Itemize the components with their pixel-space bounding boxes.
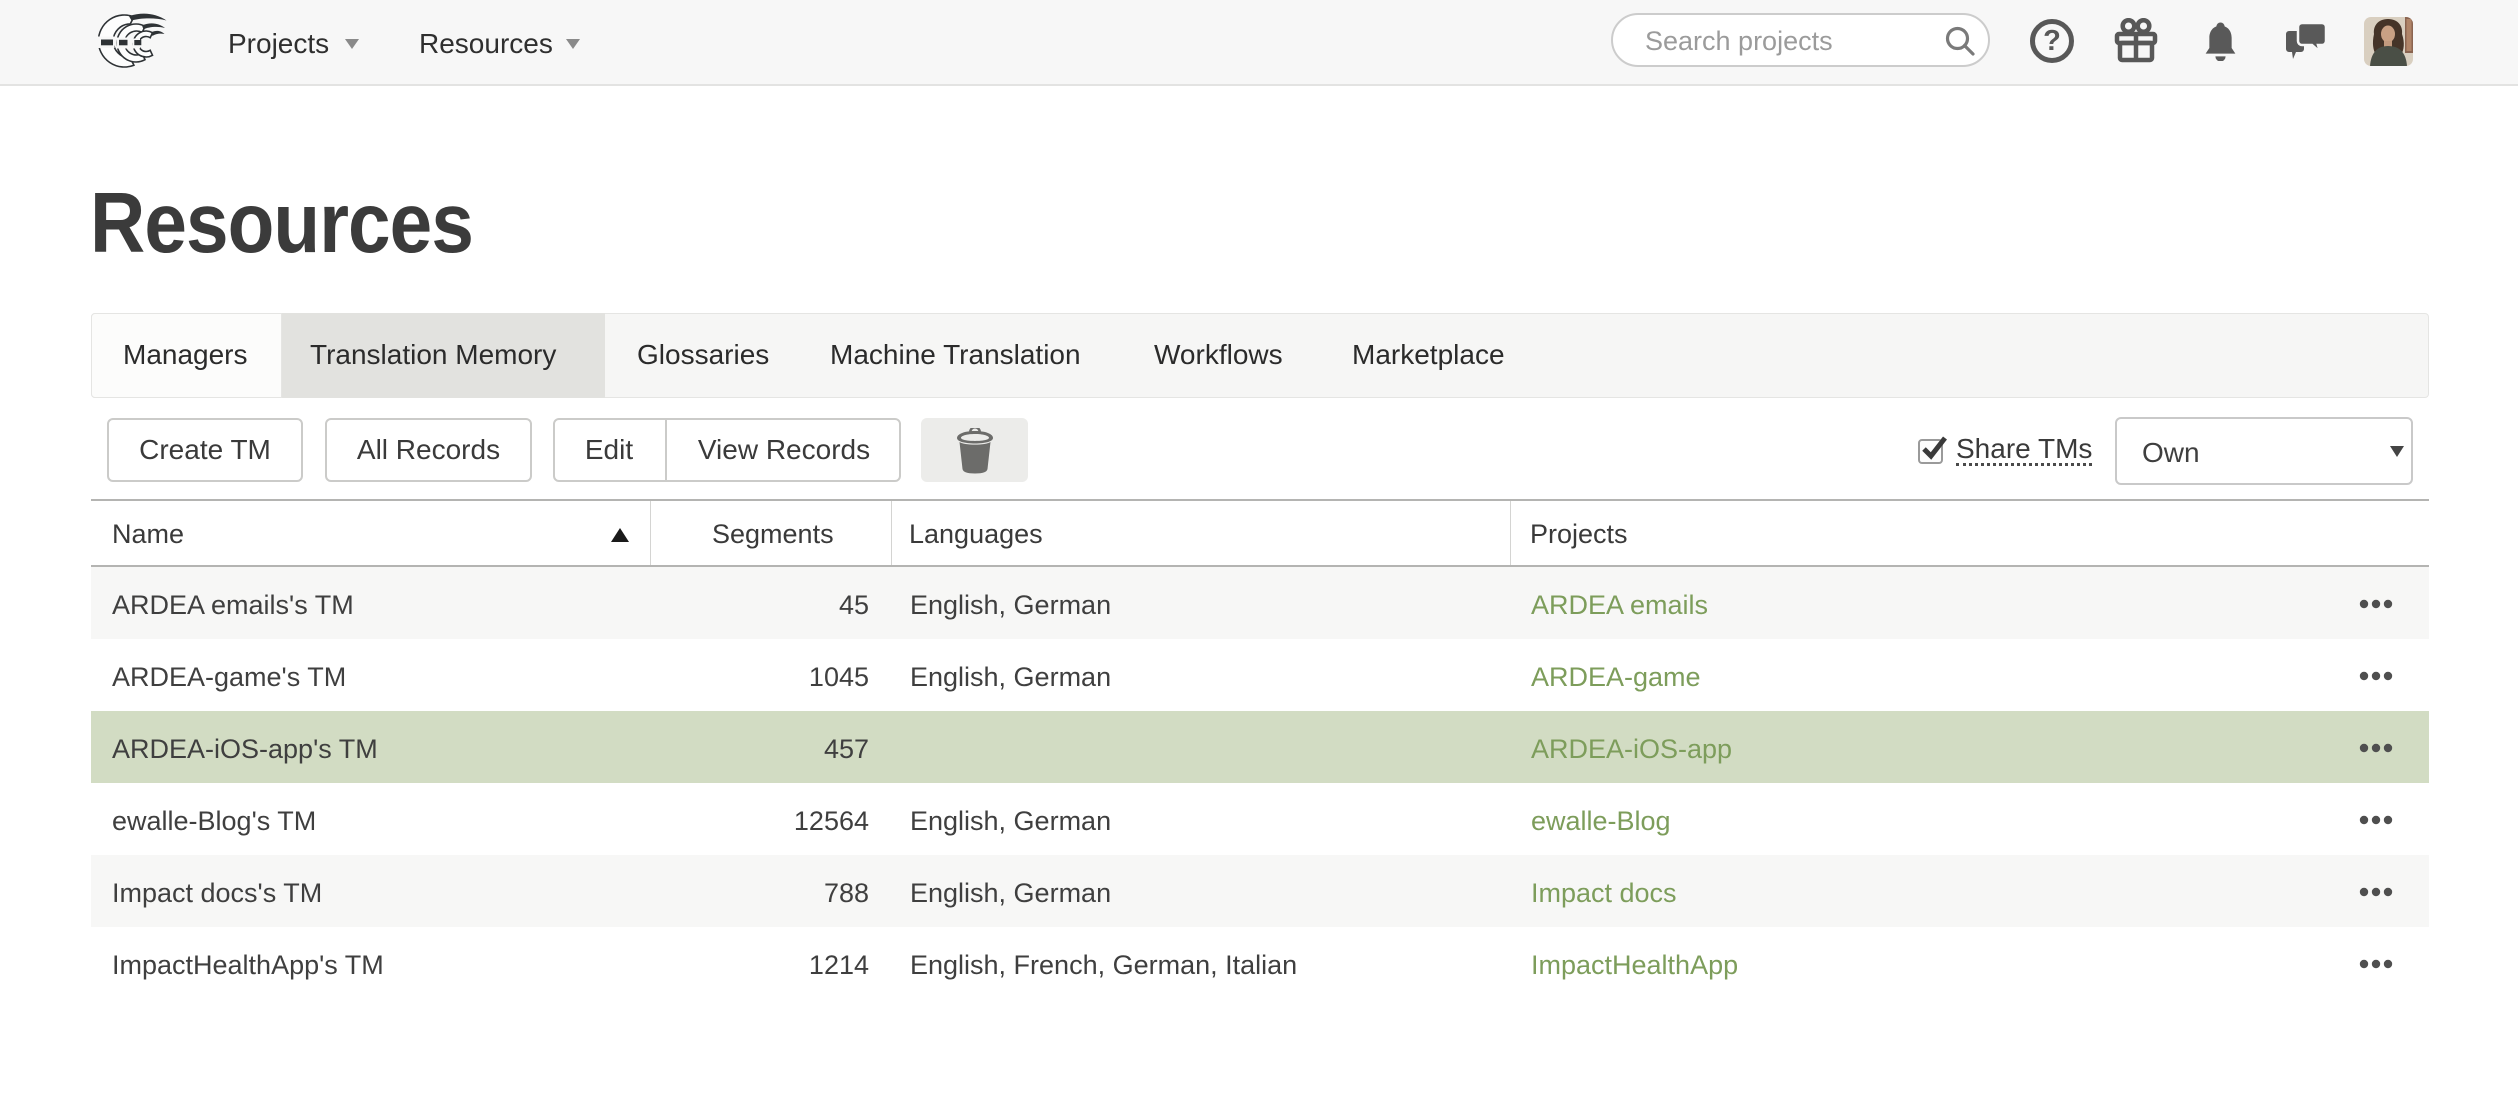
svg-text:?: ?	[2043, 25, 2061, 57]
